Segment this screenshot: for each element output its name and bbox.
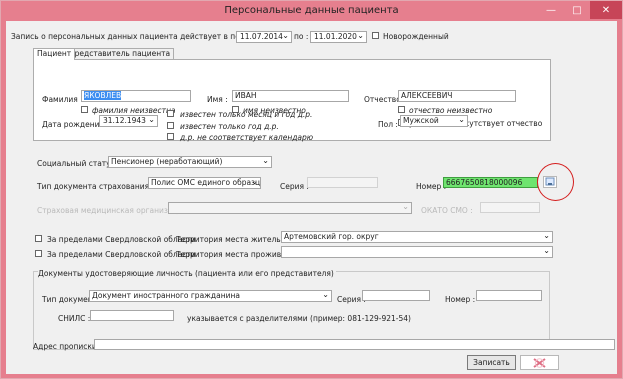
- oms-number-input[interactable]: 6667650818000096: [443, 177, 538, 188]
- birth-year-checkbox[interactable]: [167, 122, 174, 129]
- identity-group-title: Документы удостоверяющие личность (пацие…: [38, 269, 336, 278]
- oms-series-label: Серия :: [280, 182, 309, 191]
- okato-label: ОКАТО СМО :: [421, 206, 473, 215]
- residence-select[interactable]: Артемовский гор. округ: [281, 231, 553, 243]
- outside-stay-label: За пределами Свердловской области: [47, 250, 196, 259]
- oms-series-input[interactable]: [307, 177, 378, 188]
- titlebar: Персональные данные пациента — □ ✕: [1, 1, 622, 21]
- outside-residence-label: За пределами Свердловской области: [47, 235, 196, 244]
- identity-number-input[interactable]: [476, 290, 542, 301]
- lastname-input[interactable]: ЯКОВЛЕВ: [81, 90, 191, 102]
- patronymic-input[interactable]: АЛЕКСЕЕВИЧ: [398, 90, 516, 102]
- address-label: Адрес прописки :: [33, 342, 102, 351]
- identity-series-input[interactable]: [362, 290, 430, 301]
- window-title: Персональные данные пациента: [224, 5, 399, 16]
- save-button[interactable]: Записать: [467, 355, 516, 370]
- address-input[interactable]: [94, 339, 615, 350]
- outside-residence-checkbox[interactable]: [35, 235, 42, 242]
- delete-x-icon: [533, 358, 546, 368]
- snils-label: СНИЛС :: [58, 314, 91, 323]
- tab-patient[interactable]: Пациент: [33, 48, 76, 60]
- insurance-org-select[interactable]: [168, 202, 412, 214]
- newborn-label: Новорожденный: [383, 32, 449, 41]
- stay-select[interactable]: [281, 246, 553, 258]
- period-to-label: по :: [294, 32, 309, 41]
- delete-button[interactable]: [520, 355, 559, 370]
- okato-input[interactable]: [480, 202, 540, 213]
- newborn-checkbox[interactable]: [372, 32, 379, 39]
- verify-icon: [545, 177, 555, 186]
- lastname-label: Фамилия :: [42, 95, 83, 104]
- outside-stay-checkbox[interactable]: [35, 250, 42, 257]
- identity-number-label: Номер :: [445, 295, 476, 304]
- firstname-input[interactable]: ИВАН: [232, 90, 349, 102]
- period-to-date[interactable]: 11.01.2020: [310, 31, 367, 43]
- sex-label: Пол :: [378, 120, 398, 129]
- period-from-date[interactable]: 11.07.2014: [236, 31, 292, 43]
- snils-hint: указывается с разделителями (пример: 081…: [187, 314, 411, 323]
- patronymic-unknown-label: отчество неизвестно: [409, 106, 493, 115]
- sex-select[interactable]: Мужской: [400, 115, 468, 127]
- close-button[interactable]: ✕: [590, 1, 622, 19]
- snils-input[interactable]: [90, 310, 174, 321]
- oms-verify-button[interactable]: [543, 176, 557, 188]
- oms-doc-type-select[interactable]: Полис ОМС единого образца: [148, 177, 261, 189]
- birth-month-year-label: известен только месяц и год д.р.: [180, 110, 313, 119]
- firstname-label: Имя :: [207, 95, 228, 104]
- birth-not-calendar-checkbox[interactable]: [167, 133, 174, 140]
- lastname-value: ЯКОВЛЕВ: [84, 91, 122, 100]
- birth-year-label: известен только год д.р.: [180, 122, 279, 131]
- identity-doc-type-select[interactable]: Документ иностранного гражданина: [89, 290, 332, 302]
- lastname-unknown-checkbox[interactable]: [81, 106, 88, 113]
- patient-data-window: Персональные данные пациента — □ ✕ Запис…: [0, 0, 623, 379]
- form-area: Запись о персональных данных пациента де…: [6, 21, 617, 374]
- minimize-button[interactable]: —: [538, 1, 564, 19]
- period-label: Запись о персональных данных пациента де…: [11, 32, 271, 41]
- maximize-button[interactable]: □: [564, 1, 590, 19]
- lastname-unknown-label: фамилия неизвестна: [92, 106, 176, 115]
- birth-month-year-checkbox[interactable]: [167, 110, 174, 117]
- birthdate-date[interactable]: 31.12.1943: [99, 115, 158, 127]
- patronymic-unknown-checkbox[interactable]: [398, 106, 405, 113]
- birth-not-calendar-label: д.р. не соответствует календарю: [180, 133, 314, 142]
- patient-panel: Фамилия : ЯКОВЛЕВ фамилия неизвестна Имя…: [33, 59, 551, 142]
- social-status-select[interactable]: Пенсионер (неработающий): [108, 156, 272, 168]
- oms-number-label: Номер :: [416, 182, 447, 191]
